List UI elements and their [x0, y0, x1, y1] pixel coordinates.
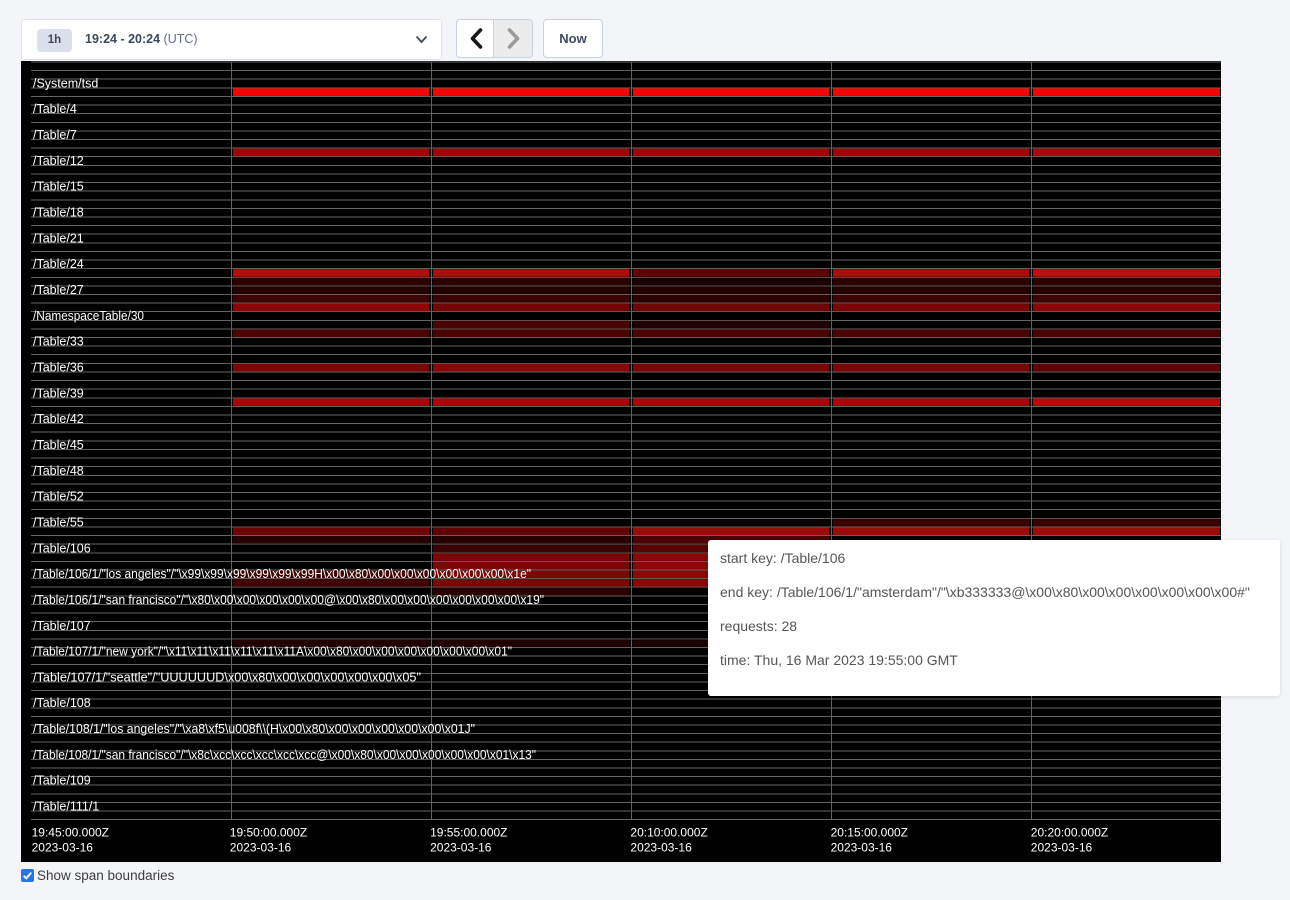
svg-text:/Table/18: /Table/18: [33, 205, 84, 219]
svg-text:/System/tsd: /System/tsd: [33, 76, 98, 90]
svg-text:/Table/48: /Table/48: [33, 464, 84, 478]
svg-text:19:45:00.000Z: 19:45:00.000Z: [32, 826, 109, 840]
svg-text:/Table/106: /Table/106: [33, 541, 91, 555]
svg-text:/Table/39: /Table/39: [33, 386, 84, 400]
svg-text:2023-03-16: 2023-03-16: [831, 841, 893, 855]
svg-text:2023-03-16: 2023-03-16: [32, 841, 94, 855]
svg-text:/Table/108: /Table/108: [33, 696, 91, 710]
svg-text:/Table/106/1/"san francisco"/": /Table/106/1/"san francisco"/"\x80\x00\x…: [33, 593, 544, 607]
svg-text:/Table/108/1/"los angeles"/"\x: /Table/108/1/"los angeles"/"\xa8\xf5\u00…: [33, 722, 475, 736]
svg-text:/Table/24: /Table/24: [33, 257, 84, 271]
svg-text:/Table/42: /Table/42: [33, 412, 84, 426]
svg-text:19:50:00.000Z: 19:50:00.000Z: [230, 826, 307, 840]
svg-text:/Table/12: /Table/12: [33, 154, 84, 168]
svg-text:/Table/21: /Table/21: [33, 231, 84, 245]
svg-text:/Table/108/1/"san francisco"/": /Table/108/1/"san francisco"/"\x8c\xcc\x…: [33, 748, 536, 762]
svg-text:2023-03-16: 2023-03-16: [230, 841, 292, 855]
svg-text:/Table/109: /Table/109: [33, 774, 91, 788]
svg-text:/Table/36: /Table/36: [33, 360, 84, 374]
svg-text:2023-03-16: 2023-03-16: [630, 841, 692, 855]
svg-text:/Table/106/1/"los angeles"/"\x: /Table/106/1/"los angeles"/"\x99\x99\x99…: [33, 567, 531, 581]
svg-text:/Table/15: /Table/15: [33, 180, 84, 194]
svg-text:/Table/55: /Table/55: [33, 515, 84, 529]
svg-text:/Table/4: /Table/4: [33, 102, 77, 116]
svg-text:19:55:00.000Z: 19:55:00.000Z: [430, 826, 507, 840]
svg-text:/Table/107: /Table/107: [33, 619, 91, 633]
svg-text:/Table/107/1/"seattle"/"UUUUUU: /Table/107/1/"seattle"/"UUUUUUD\x00\x80\…: [33, 670, 421, 684]
svg-text:/Table/52: /Table/52: [33, 490, 84, 504]
svg-text:/Table/27: /Table/27: [33, 283, 84, 297]
svg-text:/Table/7: /Table/7: [33, 128, 77, 142]
svg-text:/Table/111/1: /Table/111/1: [33, 800, 99, 814]
svg-text:/Table/33: /Table/33: [33, 335, 84, 349]
svg-text:2023-03-16: 2023-03-16: [430, 841, 492, 855]
svg-text:2023-03-16: 2023-03-16: [1031, 841, 1093, 855]
svg-text:/Table/107/1/"new york"/"\x11\: /Table/107/1/"new york"/"\x11\x11\x11\x1…: [33, 645, 512, 659]
svg-text:/NamespaceTable/30: /NamespaceTable/30: [33, 309, 144, 323]
svg-text:20:10:00.000Z: 20:10:00.000Z: [630, 826, 707, 840]
svg-text:/Table/45: /Table/45: [33, 438, 84, 452]
svg-text:20:15:00.000Z: 20:15:00.000Z: [831, 826, 908, 840]
svg-text:20:20:00.000Z: 20:20:00.000Z: [1031, 826, 1108, 840]
